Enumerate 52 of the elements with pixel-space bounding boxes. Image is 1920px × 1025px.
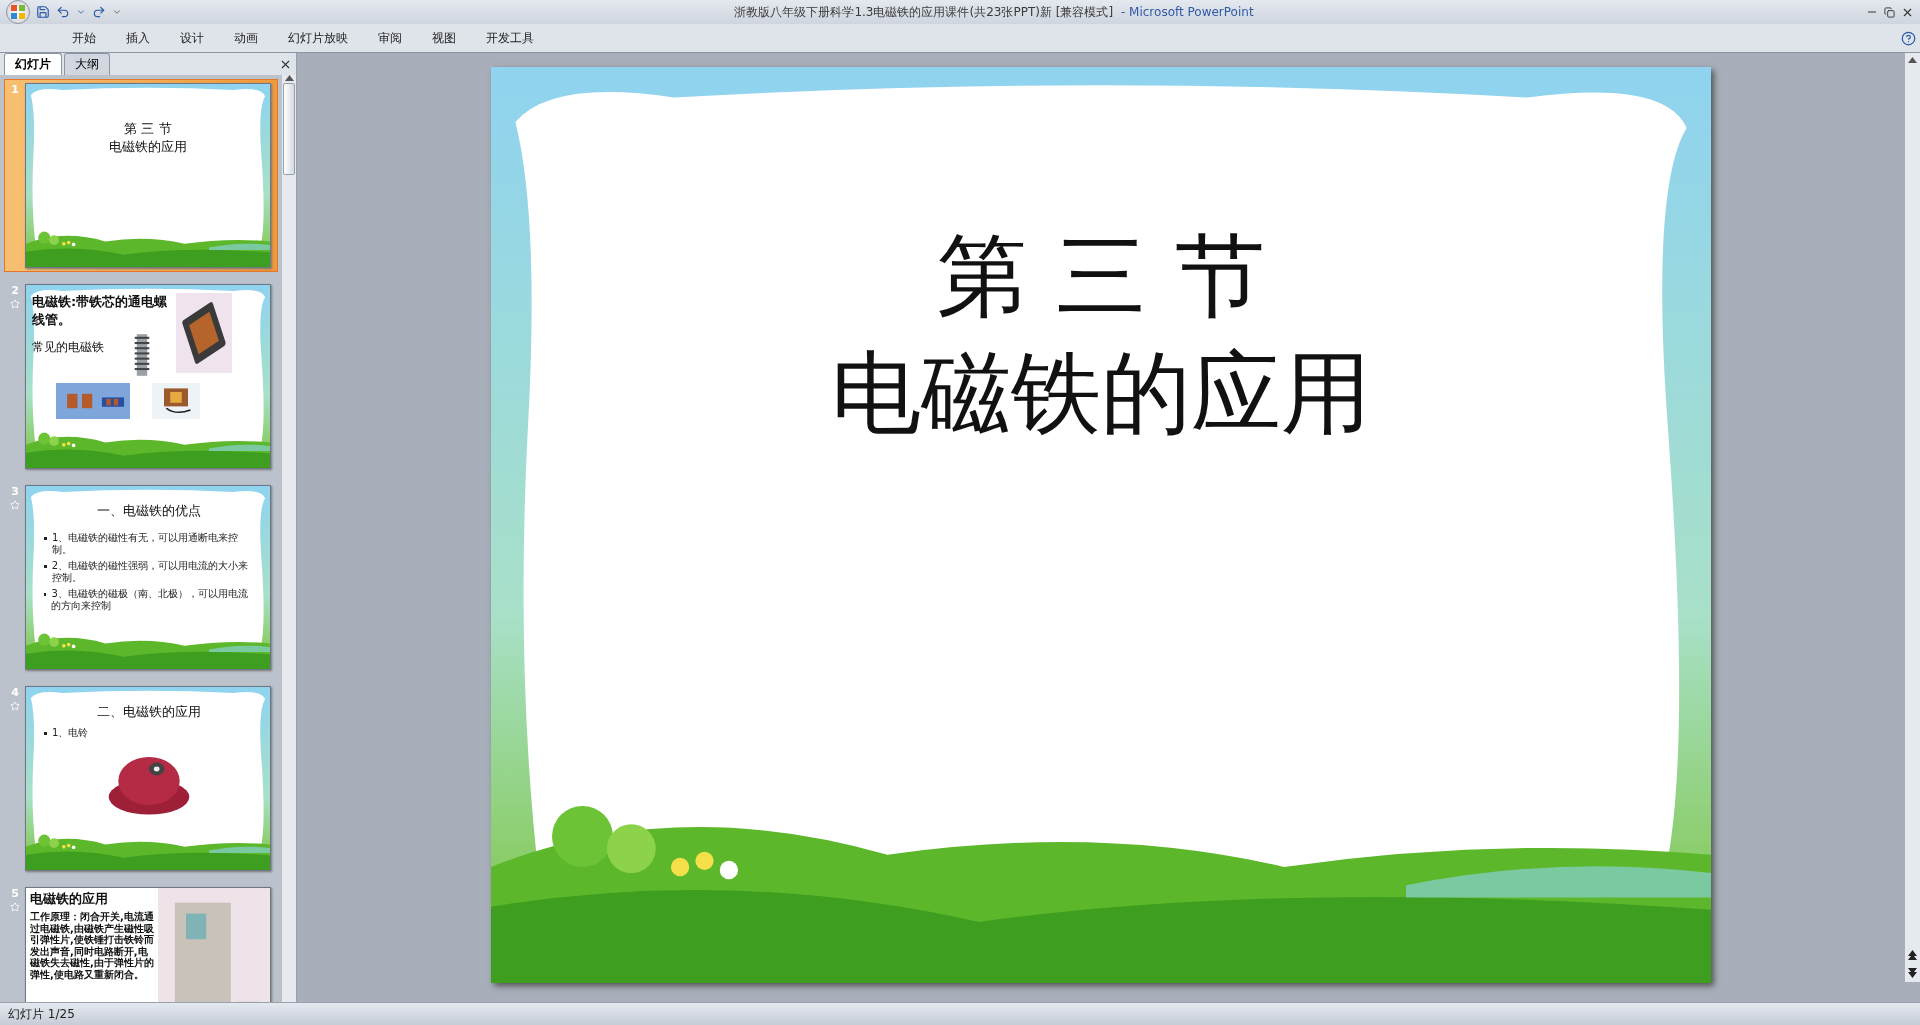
slide-title: 第 三 节 (124, 120, 172, 138)
slide-number: 4 (11, 686, 19, 699)
panel-tab[interactable]: 幻灯片 (4, 53, 62, 75)
slide-number: 1 (11, 83, 19, 96)
ribbon-tab[interactable]: 审阅 (366, 26, 414, 50)
restore-icon[interactable] (1884, 6, 1895, 18)
bullet-icon (44, 565, 47, 568)
slide-number: 2 (11, 284, 19, 297)
page-nav-icon[interactable] (1908, 950, 1917, 978)
ribbon-tab[interactable]: 开发工具 (474, 26, 546, 50)
scroll-up-icon[interactable] (1908, 57, 1917, 63)
bullet-text: 3、电磁铁的磁极（南、北极），可以用电流的方向来控制 (51, 588, 249, 612)
ribbon-tab[interactable]: 幻灯片放映 (276, 26, 360, 50)
slide-paragraph: 工作原理：闭合开关,电流通过电磁铁,由磁铁产生磁性吸引弹性片,使铁锤打击铁铃而发出声音,同时电路断开,电磁铁失去磁性,由于弹性片的弹性,使电路又重新闭合。 (30, 911, 155, 980)
bullet-icon (44, 732, 47, 735)
slide-heading: 电磁铁:带铁芯的通电螺线管。 (32, 293, 169, 329)
bullet-text: 2、电磁铁的磁性强弱，可以用电流的大小来控制。 (51, 560, 250, 584)
customize-caret-icon[interactable] (112, 7, 122, 17)
slide-title: 电磁铁的应用 (109, 138, 187, 156)
slide-thumbnail-item[interactable]: 5 电磁铁的应用 工作原理：闭合开关,电流通过电磁铁,由磁铁产生磁性吸引弹性片,使铁锤打击铁铃而发出声音,同时电路断开,电磁铁失去磁性,由于弹性片的弹性,使电路又重新闭合。 (4, 883, 278, 1002)
office-button[interactable] (6, 0, 30, 24)
office-logo-icon (11, 5, 25, 19)
bullet-icon (44, 537, 47, 540)
bullet-icon (44, 593, 47, 596)
slide-title: 电磁铁的应用 (831, 339, 1371, 447)
undo-icon[interactable] (56, 5, 70, 19)
slide-thumbnail-item[interactable]: 4 二、电磁铁的应用 1、电铃 (4, 682, 278, 875)
slide-number: 5 (11, 887, 19, 900)
caret-icon[interactable] (76, 7, 86, 17)
help-icon[interactable] (1901, 30, 1916, 46)
scrollbar-thumb[interactable] (283, 83, 295, 175)
ribbon-tab[interactable]: 视图 (420, 26, 468, 50)
slide-thumbnail-item[interactable]: 3 一、电磁铁的优点 1、电磁铁的磁性有无，可以用通断电来控制。 2、电磁铁的磁性强弱，可以用电流的大小来控制。 3、电磁铁的磁极（南、北极），可以用电流的方向来控制 (4, 481, 278, 674)
slide-thumbnail-item[interactable]: 2 电磁铁:带铁芯的通电螺线管。 常见的电磁铁 (4, 280, 278, 473)
ribbon-tab[interactable]: 设计 (168, 26, 216, 50)
slide-heading: 二、电磁铁的应用 (96, 703, 202, 721)
slide-caption: 常见的电磁铁 (32, 339, 104, 356)
bullet-text: 1、电磁铁的磁性有无，可以用通断电来控制。 (51, 532, 240, 556)
panel-tab[interactable]: 大纲 (64, 53, 110, 75)
ribbon-tab[interactable]: 动画 (222, 26, 270, 50)
slide-title: 第 三 节 (937, 222, 1265, 330)
ribbon-tab[interactable]: 开始 (60, 26, 108, 50)
redo-icon[interactable] (92, 5, 106, 19)
bullet-text: 1、电铃 (52, 727, 89, 739)
save-icon[interactable] (36, 5, 50, 19)
slide-heading: 一、电磁铁的优点 (96, 502, 202, 520)
ribbon-tab[interactable]: 插入 (114, 26, 162, 50)
slide-heading: 电磁铁的应用 (30, 890, 109, 908)
slide-thumbnail-item[interactable]: 1 第 三 节 电磁铁的应用 (4, 79, 278, 272)
window-title: 浙教版八年级下册科学1.3电磁铁的应用课件(共23张PPT)新 [兼容模式] - Microsoft PowerPoint (733, 3, 1255, 21)
status-text: 幻灯片 1/25 (8, 1005, 75, 1023)
slide-number: 3 (11, 485, 19, 498)
